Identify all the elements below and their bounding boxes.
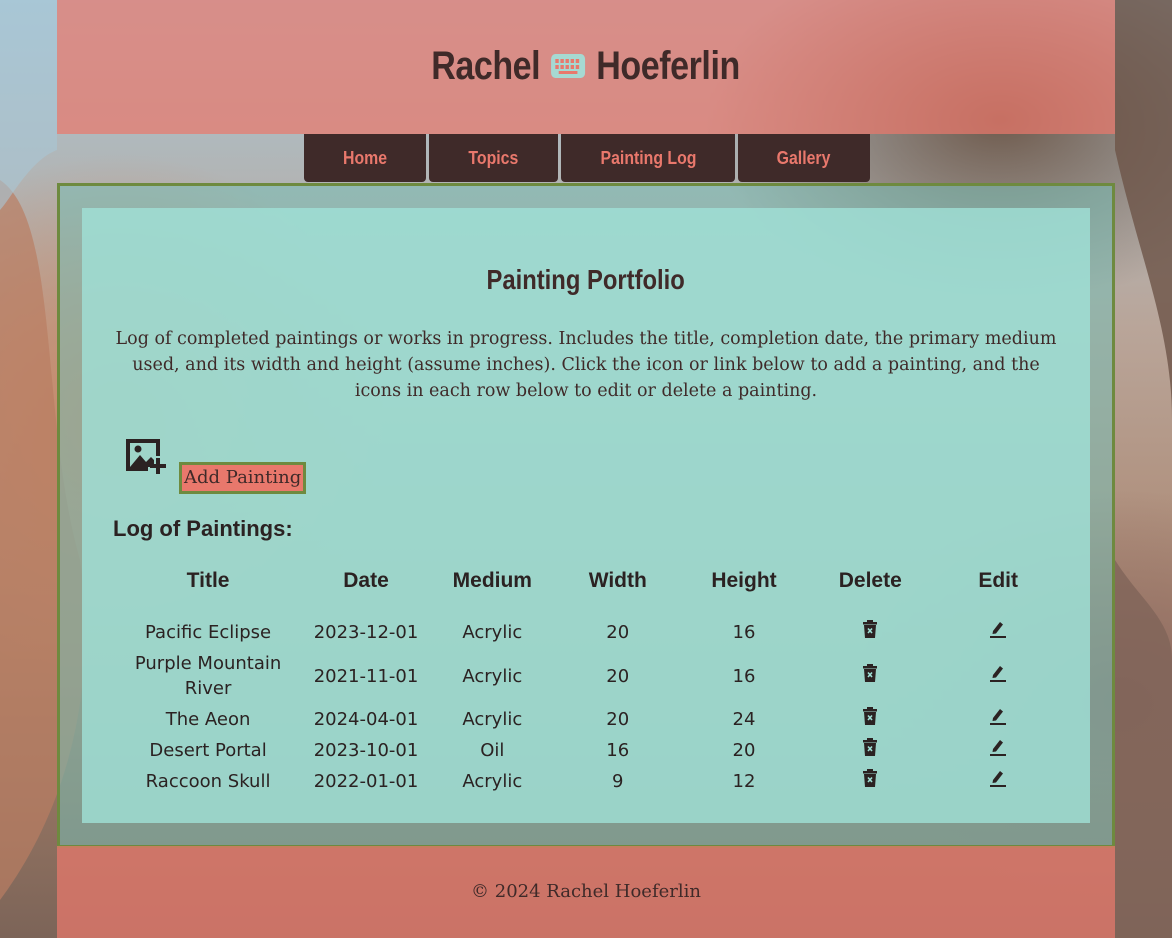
cell-medium: Oil [480,740,505,761]
cell-delete [805,617,935,648]
header-edit: Edit [978,569,1018,592]
nav-painting-log-label: Painting Log [600,147,696,168]
nav-gallery-label: Gallery [777,147,831,168]
site-header: Rachel Hoeferlin [57,0,1115,134]
portfolio-section: Painting Portfolio Log of completed pain… [82,208,1090,823]
nav-topics[interactable]: Topics [429,134,558,182]
nav-gallery[interactable]: Gallery [738,134,870,182]
delete-icon[interactable] [862,663,878,682]
delete-icon[interactable] [862,707,878,725]
cell-height: 24 [732,709,756,730]
cell-medium: Acrylic [462,622,523,643]
table-row: Purple Mountain River 2021-11-01 Acrylic… [116,648,1061,704]
paintings-table: Title Date Medium Width Height Delete Ed… [116,558,1061,797]
edit-icon[interactable] [990,738,1007,756]
page-title: Painting Portfolio [82,264,1090,296]
delete-icon[interactable] [862,620,878,638]
site-footer: © 2024 Rachel Hoeferlin [57,846,1115,938]
header-delete: Delete [838,569,902,592]
edit-icon[interactable] [990,664,1007,682]
intro-text: Log of completed paintings or works in p… [115,329,1057,401]
main-content: Painting Portfolio Log of completed pain… [57,183,1115,848]
cell-edit [935,648,1061,704]
cell-date: 2021-11-01 [313,665,419,687]
nav-painting-log[interactable]: Painting Log [561,134,735,182]
main-nav: Home Topics Painting Log Gallery [304,134,870,182]
cell-medium: Acrylic [462,665,523,687]
cell-delete [805,766,935,797]
table-row: Pacific Eclipse 2023-12-01 Acrylic 20 16 [116,617,1061,648]
cell-edit [935,766,1061,797]
site-title: Rachel Hoeferlin [432,44,741,89]
keyboard-icon [551,54,586,78]
delete-icon[interactable] [862,769,878,787]
edit-icon[interactable] [990,707,1007,725]
header-medium: Medium [452,569,532,592]
table-header-row: Title Date Medium Width Height Delete Ed… [116,558,1061,617]
cell-width: 20 [606,665,630,687]
add-image-icon[interactable] [124,436,168,476]
cell-delete [805,735,935,766]
cell-edit [935,617,1061,648]
cell-width: 20 [606,622,630,643]
cell-height: 16 [732,665,756,687]
cell-date: 2022-01-01 [313,771,419,792]
add-painting-link[interactable]: Add Painting [179,462,307,494]
cell-height: 20 [732,740,756,761]
cell-title: Desert Portal [149,740,267,761]
edit-icon[interactable] [990,620,1007,638]
cell-height: 16 [732,622,756,643]
cell-medium: Acrylic [462,709,523,730]
cell-medium: Acrylic [462,771,523,792]
nav-topics-label: Topics [468,147,519,168]
cell-width: 9 [612,771,624,792]
nav-home[interactable]: Home [304,134,426,182]
page-title-text: Painting Portfolio [486,264,686,295]
delete-icon[interactable] [862,738,878,756]
cell-delete [805,704,935,735]
copyright-text: © 2024 Rachel Hoeferlin [471,881,701,902]
nav-home-label: Home [342,147,387,168]
site-title-last-name: Hoeferlin [596,43,741,88]
table-row: Raccoon Skull 2022-01-01 Acrylic 9 12 [116,766,1061,797]
cell-title: Raccoon Skull [145,771,271,792]
site-title-first-name: Rachel [431,43,541,88]
cell-edit [935,735,1061,766]
edit-icon[interactable] [990,769,1007,787]
cell-date: 2023-12-01 [313,622,419,643]
header-date: Date [343,569,389,592]
log-heading: Log of Paintings: [113,516,293,541]
cell-date: 2023-10-01 [313,740,419,761]
table-row: The Aeon 2024-04-01 Acrylic 20 24 [116,704,1061,735]
cell-title: The Aeon [165,709,251,730]
cell-title: Purple Mountain River [134,653,282,699]
cell-edit [935,704,1061,735]
cell-width: 16 [606,740,630,761]
header-width: Width [588,569,647,592]
cell-height: 12 [732,771,756,792]
cell-title: Pacific Eclipse [145,622,272,643]
table-row: Desert Portal 2023-10-01 Oil 16 20 [116,735,1061,766]
cell-delete [805,648,935,704]
header-height: Height [711,569,777,592]
header-title: Title [186,569,230,592]
cell-date: 2024-04-01 [313,709,419,730]
cell-width: 20 [606,709,630,730]
